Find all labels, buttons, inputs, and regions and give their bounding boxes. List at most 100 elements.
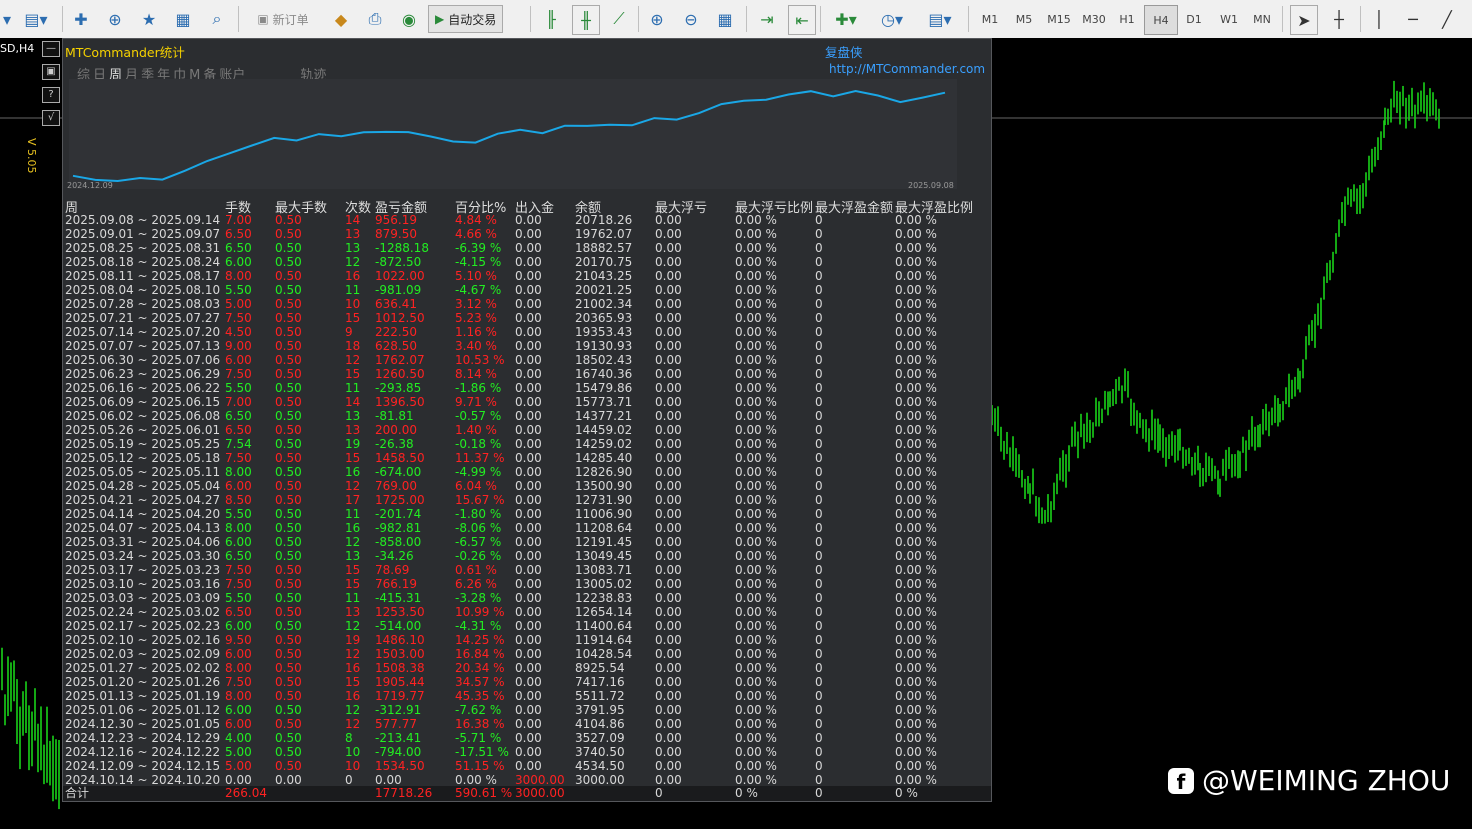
- table-row[interactable]: 2025.05.05 ~ 2025.05.11 8.00 0.50 16 -674.00…: [63, 465, 991, 479]
- bar-chart-icon[interactable]: ╟: [538, 5, 564, 33]
- table-row[interactable]: 2025.04.21 ~ 2025.04.27 8.50 0.50 17 1725.00…: [63, 493, 991, 507]
- table-row[interactable]: 2025.03.10 ~ 2025.03.16 7.50 0.50 15 766.19 6…: [63, 577, 991, 591]
- table-row[interactable]: 2025.06.09 ~ 2025.06.15 7.00 0.50 14 1396.50…: [63, 395, 991, 409]
- cell-3: 16: [345, 661, 361, 675]
- table-row[interactable]: 2025.08.18 ~ 2025.08.24 6.00 0.50 12 -872.50…: [63, 255, 991, 269]
- cell-2: 0.50: [275, 577, 302, 591]
- table-row[interactable]: 2025.01.20 ~ 2025.01.26 7.50 0.50 15 1905.44…: [63, 675, 991, 689]
- cell-2: 0.50: [275, 591, 302, 605]
- auto-scroll-icon[interactable]: ⇥: [754, 5, 780, 33]
- tile-windows-icon[interactable]: ▦: [712, 5, 738, 33]
- table-row[interactable]: 2025.03.17 ~ 2025.03.23 7.50 0.50 15 78.69 0.…: [63, 563, 991, 577]
- table-row[interactable]: 2025.09.01 ~ 2025.09.07 6.50 0.50 13 879.50 4…: [63, 227, 991, 241]
- table-row[interactable]: 2025.06.02 ~ 2025.06.08 6.50 0.50 13 -81.81 -…: [63, 409, 991, 423]
- trendline-icon[interactable]: ╱: [1434, 5, 1460, 33]
- table-row[interactable]: 2024.12.30 ~ 2025.01.05 6.00 0.50 12 577.77 1…: [63, 717, 991, 731]
- vps-icon[interactable]: ◉: [396, 5, 422, 33]
- timeframe-m1[interactable]: M1: [974, 5, 1006, 33]
- timeframe-mn[interactable]: MN: [1246, 5, 1278, 33]
- new-chart-icon[interactable]: ▾: [0, 5, 14, 33]
- table-row[interactable]: 2025.03.24 ~ 2025.03.30 6.50 0.50 13 -34.26 -…: [63, 549, 991, 563]
- cell-9: 0.00 %: [735, 465, 777, 479]
- chart-shift-icon[interactable]: ⇤: [788, 5, 816, 35]
- table-row[interactable]: 2025.08.04 ~ 2025.08.10 5.50 0.50 11 -981.09…: [63, 283, 991, 297]
- table-row[interactable]: 2025.05.19 ~ 2025.05.25 7.54 0.50 19 -26.38 -…: [63, 437, 991, 451]
- table-row[interactable]: 2024.12.23 ~ 2024.12.29 4.00 0.50 8 -213.41 -…: [63, 731, 991, 745]
- table-row[interactable]: 2025.01.06 ~ 2025.01.12 6.00 0.50 12 -312.91…: [63, 703, 991, 717]
- table-row[interactable]: 2025.08.25 ~ 2025.08.31 6.50 0.50 13 -1288.1…: [63, 241, 991, 255]
- cell-3: 15: [345, 563, 361, 577]
- table-row[interactable]: 2025.02.24 ~ 2025.03.02 6.50 0.50 13 1253.50…: [63, 605, 991, 619]
- timeframe-m5[interactable]: M5: [1008, 5, 1040, 33]
- cell-8: 0.00: [655, 269, 682, 283]
- cell-0: 2025.09.01 ~ 2025.09.07: [65, 227, 221, 241]
- cell-3: 12: [345, 703, 361, 717]
- table-row[interactable]: 2025.07.07 ~ 2025.07.13 9.00 0.50 18 628.50 3…: [63, 339, 991, 353]
- cell-7: 18882.57: [575, 241, 633, 255]
- zoom-in-icon[interactable]: ⊕: [644, 5, 670, 33]
- indicators-icon[interactable]: ✚▾: [828, 5, 864, 33]
- cell-7: 19353.43: [575, 325, 633, 339]
- table-row[interactable]: 2025.07.28 ~ 2025.08.03 5.00 0.50 10 636.41 3…: [63, 297, 991, 311]
- table-row[interactable]: 2025.06.30 ~ 2025.07.06 6.00 0.50 12 1762.07…: [63, 353, 991, 367]
- table-row[interactable]: 2025.04.07 ~ 2025.04.13 8.00 0.50 16 -982.81…: [63, 521, 991, 535]
- table-row[interactable]: 2025.02.03 ~ 2025.02.09 6.00 0.50 12 1503.00…: [63, 647, 991, 661]
- cell-4: 879.50: [375, 227, 417, 241]
- table-row[interactable]: 2025.05.26 ~ 2025.06.01 6.50 0.50 13 200.00 1…: [63, 423, 991, 437]
- vertical-line-icon[interactable]: │: [1366, 5, 1392, 33]
- table-row[interactable]: 2025.07.14 ~ 2025.07.20 4.50 0.50 9 222.50 1.…: [63, 325, 991, 339]
- table-row[interactable]: 2025.02.10 ~ 2025.02.16 9.50 0.50 19 1486.10…: [63, 633, 991, 647]
- minimize-icon[interactable]: —: [42, 41, 60, 57]
- strategy-tester-icon[interactable]: ⌕: [204, 5, 230, 33]
- candlestick-icon[interactable]: ╫: [572, 5, 600, 35]
- brand-url[interactable]: http://MTCommander.com: [829, 62, 985, 76]
- timeframe-w1[interactable]: W1: [1213, 5, 1245, 33]
- cell-4: -293.85: [375, 381, 422, 395]
- table-row[interactable]: 2025.09.08 ~ 2025.09.14 7.00 0.50 14 956.19 4…: [63, 213, 991, 227]
- profiles-icon[interactable]: ▤▾: [16, 5, 56, 33]
- metaeditor-icon[interactable]: ◆: [328, 5, 354, 33]
- table-row[interactable]: 2025.04.14 ~ 2025.04.20 5.50 0.50 11 -201.74…: [63, 507, 991, 521]
- market-watch-icon[interactable]: ✚: [68, 5, 94, 33]
- table-row[interactable]: 2025.01.13 ~ 2025.01.19 8.00 0.50 16 1719.77…: [63, 689, 991, 703]
- table-row[interactable]: 2025.07.21 ~ 2025.07.27 7.50 0.50 15 1012.50…: [63, 311, 991, 325]
- table-row[interactable]: 2025.01.27 ~ 2025.02.02 8.00 0.50 16 1508.38…: [63, 661, 991, 675]
- table-row[interactable]: 2025.06.16 ~ 2025.06.22 5.50 0.50 11 -293.85…: [63, 381, 991, 395]
- cursor-icon[interactable]: ➤: [1290, 5, 1318, 35]
- timeframe-m15[interactable]: M15: [1042, 5, 1076, 33]
- auto-trade-button[interactable]: ▶ 自动交易: [428, 5, 504, 33]
- timeframe-d1[interactable]: D1: [1178, 5, 1210, 33]
- timeframe-h1[interactable]: H1: [1111, 5, 1143, 33]
- line-chart-icon[interactable]: ⟋: [606, 5, 632, 33]
- zoom-out-icon[interactable]: ⊖: [678, 5, 704, 33]
- table-row[interactable]: 2025.05.12 ~ 2025.05.18 7.50 0.50 15 1458.50…: [63, 451, 991, 465]
- cell-2: 0.50: [275, 507, 302, 521]
- cell-5: 6.04 %: [455, 479, 497, 493]
- help-icon[interactable]: ?: [42, 87, 60, 103]
- timeframe-m30[interactable]: M30: [1077, 5, 1111, 33]
- screenshot-icon[interactable]: ▣: [42, 64, 60, 80]
- periods-icon[interactable]: ◷▾: [874, 5, 910, 33]
- table-row[interactable]: 2025.02.17 ~ 2025.02.23 6.00 0.50 12 -514.00…: [63, 619, 991, 633]
- new-order-button[interactable]: ▣ 新订单: [244, 5, 322, 33]
- navigator-icon[interactable]: ★: [136, 5, 162, 33]
- data-window-icon[interactable]: ⊕: [102, 5, 128, 33]
- crosshair-icon[interactable]: ┼: [1326, 5, 1352, 33]
- cell-3: 17: [345, 493, 361, 507]
- table-row[interactable]: 2024.10.14 ~ 2024.10.20 0.00 0.00 0 0.00 0.00…: [63, 773, 991, 787]
- table-row[interactable]: 2025.03.03 ~ 2025.03.09 5.50 0.50 11 -415.31…: [63, 591, 991, 605]
- table-row[interactable]: 2025.06.23 ~ 2025.06.29 7.50 0.50 15 1260.50…: [63, 367, 991, 381]
- templates-icon[interactable]: ▤▾: [920, 5, 960, 33]
- timeframe-h4[interactable]: H4: [1144, 5, 1178, 35]
- horizontal-line-icon[interactable]: ─: [1400, 5, 1426, 33]
- table-row[interactable]: 2024.12.09 ~ 2024.12.15 5.00 0.50 10 1534.50…: [63, 759, 991, 773]
- table-row[interactable]: 2025.04.28 ~ 2025.05.04 6.00 0.50 12 769.00 6…: [63, 479, 991, 493]
- terminal-icon[interactable]: ▦: [170, 5, 196, 33]
- chart-toggle-icon[interactable]: √: [42, 110, 60, 126]
- cell-8: 0.00: [655, 703, 682, 717]
- table-row[interactable]: 2025.08.11 ~ 2025.08.17 8.00 0.50 16 1022.00…: [63, 269, 991, 283]
- table-row[interactable]: 2024.12.16 ~ 2024.12.22 5.00 0.50 10 -794.00…: [63, 745, 991, 759]
- cell-4: 628.50: [375, 339, 417, 353]
- table-row[interactable]: 2025.03.31 ~ 2025.04.06 6.00 0.50 12 -858.00…: [63, 535, 991, 549]
- signals-icon[interactable]: ⎙: [362, 5, 388, 33]
